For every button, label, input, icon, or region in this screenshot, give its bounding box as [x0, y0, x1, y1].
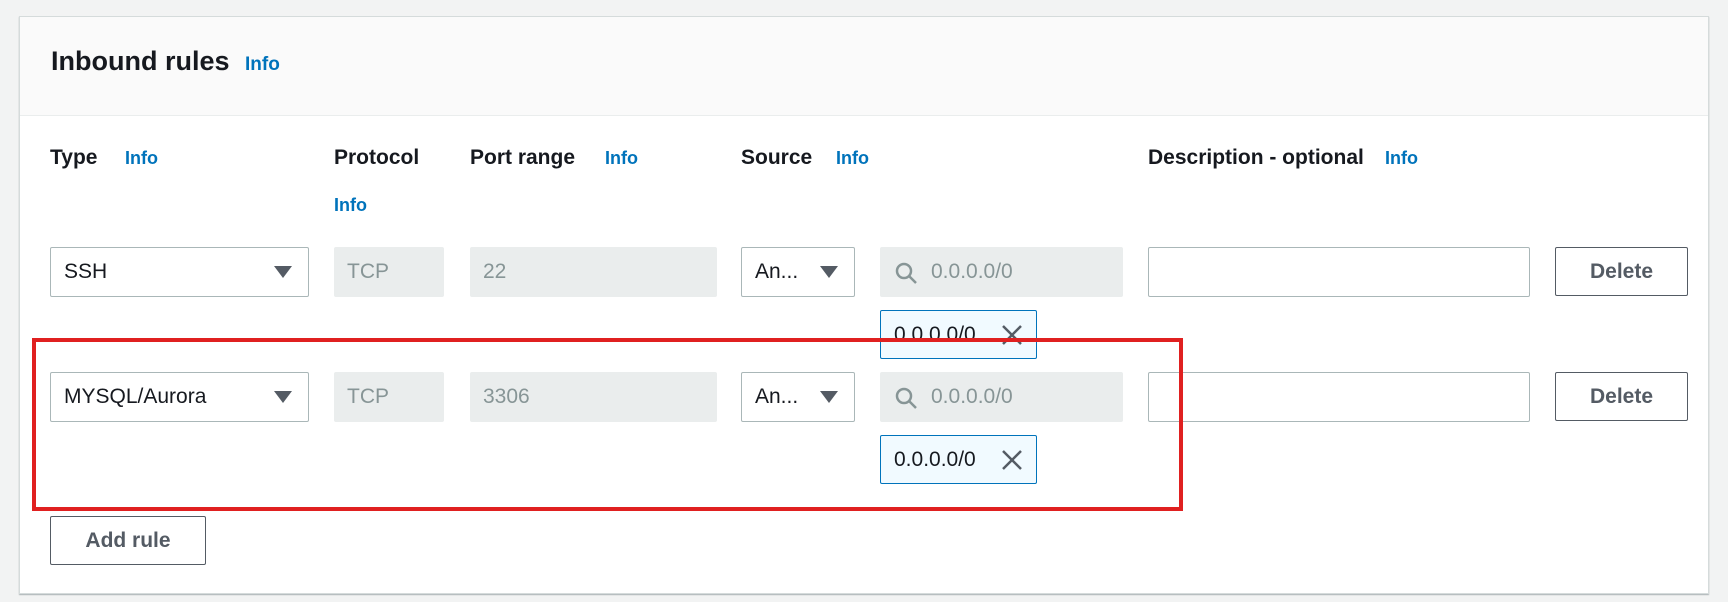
- description-info-link[interactable]: Info: [1385, 148, 1418, 169]
- section-title: Inbound rules Info: [51, 46, 280, 77]
- rule-2-source-search-input[interactable]: 0.0.0.0/0: [880, 372, 1123, 422]
- source-column-header: Source: [741, 146, 813, 169]
- caret-down-icon: [274, 391, 292, 403]
- description-column-header: Description - optional: [1148, 146, 1364, 169]
- inbound-rules-panel: Inbound rules Info Type Info Protocol In…: [19, 16, 1709, 594]
- rule-2-type-value: MYSQL/Aurora: [64, 385, 207, 408]
- rule-2-source-placeholder: 0.0.0.0/0: [931, 385, 1013, 408]
- rule-2-description-input[interactable]: [1148, 372, 1530, 422]
- rule-1-description-input[interactable]: [1148, 247, 1530, 297]
- section-info-link[interactable]: Info: [245, 54, 280, 75]
- rule-1-delete-button[interactable]: Delete: [1555, 247, 1688, 296]
- rule-1-source-placeholder: 0.0.0.0/0: [931, 260, 1013, 283]
- rule-2-cidr-tag: 0.0.0.0/0: [880, 435, 1037, 484]
- caret-down-icon: [820, 391, 838, 403]
- caret-down-icon: [274, 266, 292, 278]
- rule-1-type-value: SSH: [64, 260, 108, 283]
- search-icon: [895, 262, 917, 284]
- rule-2-delete-button[interactable]: Delete: [1555, 372, 1688, 421]
- rule-2-type-select[interactable]: MYSQL/Aurora: [50, 372, 309, 422]
- rule-1-source-type-value: An...: [755, 260, 799, 283]
- search-icon: [895, 387, 917, 409]
- rule-2-source-type-value: An...: [755, 385, 799, 408]
- panel-header: Inbound rules Info: [20, 17, 1708, 116]
- rule-1-cidr-tag-text: 0.0.0.0/0: [894, 322, 976, 346]
- protocol-info-link[interactable]: Info: [334, 195, 367, 216]
- close-icon[interactable]: [1000, 448, 1024, 472]
- add-rule-button[interactable]: Add rule: [50, 516, 206, 565]
- close-icon[interactable]: [1000, 323, 1024, 347]
- rule-2-source-type-select[interactable]: An...: [741, 372, 855, 422]
- rule-1-protocol-field: TCP: [334, 247, 444, 297]
- source-info-link[interactable]: Info: [836, 148, 869, 169]
- rule-1-source-type-select[interactable]: An...: [741, 247, 855, 297]
- rule-2-protocol-field: TCP: [334, 372, 444, 422]
- rule-2-port-range-field: 3306: [470, 372, 717, 422]
- type-info-link[interactable]: Info: [125, 148, 158, 169]
- port-range-column-header: Port range: [470, 146, 576, 169]
- port-range-info-link[interactable]: Info: [605, 148, 638, 169]
- protocol-column-header: Protocol: [334, 146, 420, 169]
- rule-2-cidr-tag-text: 0.0.0.0/0: [894, 447, 976, 471]
- rule-1-port-range-field: 22: [470, 247, 717, 297]
- type-column-header: Type: [50, 146, 98, 169]
- rule-1-source-search-input[interactable]: 0.0.0.0/0: [880, 247, 1123, 297]
- section-title-text: Inbound rules: [51, 46, 230, 76]
- caret-down-icon: [820, 266, 838, 278]
- rule-1-type-select[interactable]: SSH: [50, 247, 309, 297]
- rule-1-cidr-tag: 0.0.0.0/0: [880, 310, 1037, 359]
